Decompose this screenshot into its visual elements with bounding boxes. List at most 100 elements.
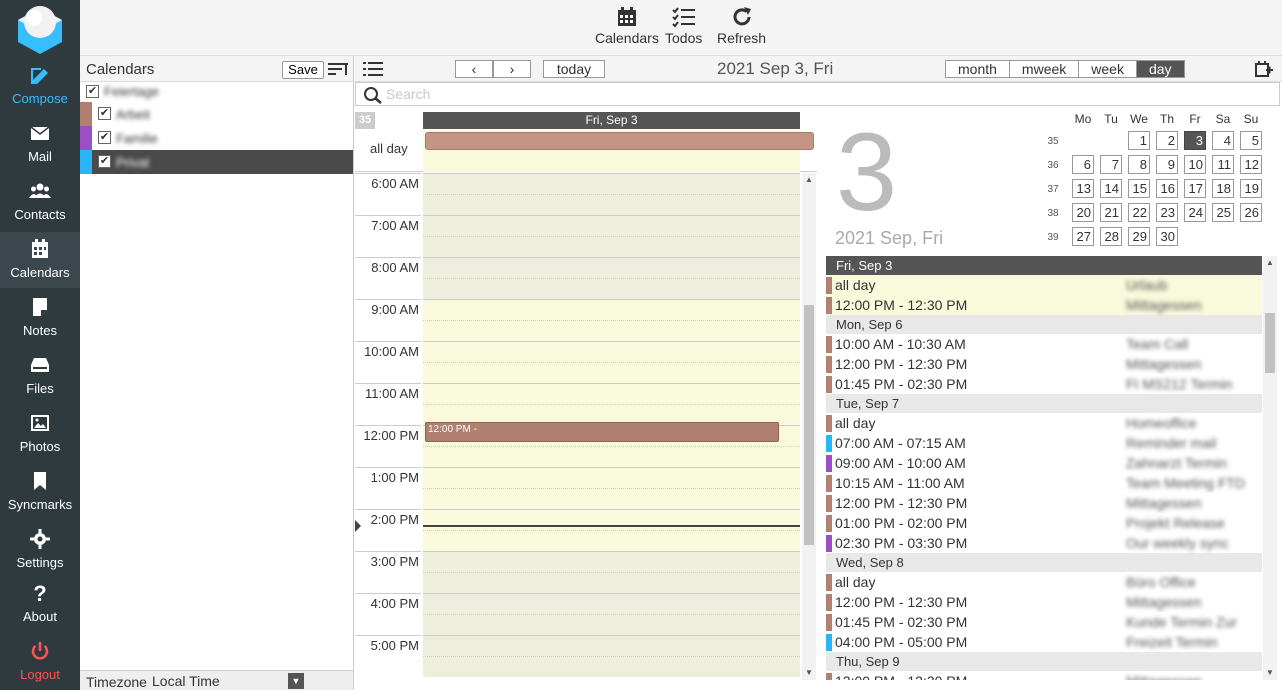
mini-calendar-day[interactable]: 30 — [1156, 227, 1178, 246]
agenda-item[interactable]: 12:00 PM - 12:30 PM Mittagessen — [826, 493, 1262, 513]
nav-item-logout[interactable]: Logout — [0, 634, 80, 690]
todos-button[interactable]: Todos — [665, 6, 702, 46]
allday-event[interactable] — [425, 132, 814, 150]
mini-calendar-day[interactable]: 23 — [1156, 203, 1178, 222]
mini-calendar-day[interactable]: 25 — [1212, 203, 1234, 222]
sort-icon[interactable] — [328, 62, 348, 76]
agenda-item[interactable]: 12:00 PM - 12:30 PM Mittagessen — [826, 295, 1262, 315]
mini-calendar-day[interactable]: 12 — [1240, 155, 1262, 174]
hour-cell[interactable] — [423, 383, 800, 425]
hour-cell[interactable] — [423, 509, 800, 551]
mini-calendar-day[interactable]: 2 — [1156, 131, 1178, 150]
scrollbar-thumb[interactable] — [1265, 313, 1275, 373]
agenda-item[interactable]: 12:00 PM - 12:30 PM Mittagessen — [826, 592, 1262, 612]
mini-calendar-day[interactable]: 7 — [1100, 155, 1122, 174]
save-button[interactable]: Save — [282, 61, 324, 79]
mini-calendar-day[interactable]: 24 — [1184, 203, 1206, 222]
calendar-checkbox[interactable]: ✔ — [86, 85, 99, 98]
mini-calendar-day[interactable]: 22 — [1128, 203, 1150, 222]
agenda-item[interactable]: 01:45 PM - 02:30 PM Kunde Termin Zur — [826, 612, 1262, 632]
mini-calendar-day[interactable]: 4 — [1212, 131, 1234, 150]
mini-calendar-day[interactable]: 14 — [1100, 179, 1122, 198]
calendar-item[interactable]: ✔ Arbeit — [80, 102, 353, 126]
calendar-item[interactable]: ✔ Feiertage — [80, 82, 353, 102]
calendar-checkbox[interactable]: ✔ — [98, 131, 111, 144]
prev-button[interactable]: ‹ — [455, 60, 493, 78]
agenda-item[interactable]: 04:00 PM - 05:00 PM Freizeit Termin — [826, 632, 1262, 652]
search-input[interactable] — [386, 85, 1266, 103]
timezone-value[interactable]: Local Time — [152, 673, 220, 689]
add-event-icon[interactable] — [1255, 61, 1273, 77]
hour-cell[interactable] — [423, 299, 800, 341]
mini-calendar-day[interactable]: 9 — [1156, 155, 1178, 174]
mini-calendar-day[interactable]: 17 — [1184, 179, 1206, 198]
view-day-button[interactable]: day — [1136, 61, 1184, 77]
scroll-down-icon[interactable]: ▼ — [802, 666, 816, 680]
view-mweek-button[interactable]: mweek — [1009, 61, 1080, 77]
scroll-up-icon[interactable]: ▲ — [1263, 256, 1277, 270]
view-week-button[interactable]: week — [1079, 61, 1137, 77]
mini-calendar-day[interactable]: 16 — [1156, 179, 1178, 198]
agenda-item[interactable]: all day Urlaub — [826, 275, 1262, 295]
view-month-button[interactable]: month — [946, 61, 1010, 77]
hour-cell[interactable] — [423, 341, 800, 383]
chevron-down-icon[interactable]: ▼ — [288, 673, 304, 689]
calendar-checkbox[interactable]: ✔ — [98, 107, 111, 120]
day-grid-scrollbar[interactable]: ▲ ▼ — [802, 173, 816, 680]
mini-calendar-day[interactable]: 18 — [1212, 179, 1234, 198]
mini-calendar-day[interactable]: 6 — [1072, 155, 1094, 174]
agenda-item[interactable]: 01:00 PM - 02:00 PM Projekt Release — [826, 513, 1262, 533]
agenda-item[interactable]: 02:30 PM - 03:30 PM Our weekly sync — [826, 533, 1262, 553]
agenda-item[interactable]: 12:00 PM - 12:30 PM Mittagessen — [826, 671, 1262, 680]
agenda-item[interactable]: all day Büro Office — [826, 572, 1262, 592]
hour-cell[interactable] — [423, 635, 800, 677]
hour-cell[interactable] — [423, 593, 800, 635]
scrollbar-thumb[interactable] — [804, 305, 814, 545]
hour-cell[interactable] — [423, 173, 800, 215]
nav-item-compose[interactable]: Compose — [0, 58, 80, 114]
agenda-item[interactable]: all day Homeoffice — [826, 413, 1262, 433]
agenda-item[interactable]: 10:15 AM - 11:00 AM Team Meeting FTD — [826, 473, 1262, 493]
agenda-item[interactable]: 01:45 PM - 02:30 PM FI MS212 Termin — [826, 374, 1262, 394]
mini-calendar-day[interactable]: 10 — [1184, 155, 1206, 174]
mini-calendar-day[interactable]: 3 — [1184, 131, 1206, 150]
calendars-button[interactable]: Calendars — [595, 6, 659, 46]
mini-calendar-day[interactable]: 5 — [1240, 131, 1262, 150]
hour-cell[interactable] — [423, 257, 800, 299]
mini-calendar-day[interactable]: 27 — [1072, 227, 1094, 246]
mini-calendar-day[interactable]: 28 — [1100, 227, 1122, 246]
scroll-up-icon[interactable]: ▲ — [802, 173, 816, 187]
today-button[interactable]: today — [543, 60, 605, 78]
mini-calendar-day[interactable]: 29 — [1128, 227, 1150, 246]
calendar-event[interactable]: 12:00 PM - — [425, 422, 779, 442]
calendar-item[interactable]: ✔ Privat — [80, 150, 353, 174]
nav-item-settings[interactable]: Settings — [0, 522, 80, 578]
agenda-item[interactable]: 12:00 PM - 12:30 PM Mittagessen — [826, 354, 1262, 374]
nav-item-notes[interactable]: Notes — [0, 290, 80, 346]
hour-cell[interactable] — [423, 551, 800, 593]
calendar-item[interactable]: ✔ Familie — [80, 126, 353, 150]
calendar-checkbox[interactable]: ✔ — [98, 155, 111, 168]
mini-calendar-day[interactable]: 1 — [1128, 131, 1150, 150]
nav-item-calendars[interactable]: Calendars — [0, 232, 80, 288]
mini-calendar-day[interactable]: 19 — [1240, 179, 1262, 198]
hour-cell[interactable] — [423, 467, 800, 509]
mini-calendar-day[interactable]: 8 — [1128, 155, 1150, 174]
scroll-down-icon[interactable]: ▼ — [1263, 666, 1277, 680]
agenda-item[interactable]: 09:00 AM - 10:00 AM Zahnarzt Termin — [826, 453, 1262, 473]
menu-icon[interactable] — [363, 62, 383, 76]
hour-cell[interactable] — [423, 215, 800, 257]
nav-item-files[interactable]: Files — [0, 348, 80, 404]
mini-calendar-day[interactable]: 15 — [1128, 179, 1150, 198]
refresh-button[interactable]: Refresh — [717, 6, 766, 46]
mini-calendar-day[interactable]: 20 — [1072, 203, 1094, 222]
mini-calendar-day[interactable]: 13 — [1072, 179, 1094, 198]
agenda-scrollbar[interactable]: ▲ ▼ — [1263, 256, 1277, 680]
mini-calendar-day[interactable]: 21 — [1100, 203, 1122, 222]
next-button[interactable]: › — [493, 60, 531, 78]
nav-item-photos[interactable]: Photos — [0, 406, 80, 462]
nav-item-about[interactable]: ? About — [0, 576, 80, 632]
nav-item-mail[interactable]: Mail — [0, 116, 80, 172]
nav-item-syncmarks[interactable]: Syncmarks — [0, 464, 80, 520]
nav-item-contacts[interactable]: Contacts — [0, 174, 80, 230]
